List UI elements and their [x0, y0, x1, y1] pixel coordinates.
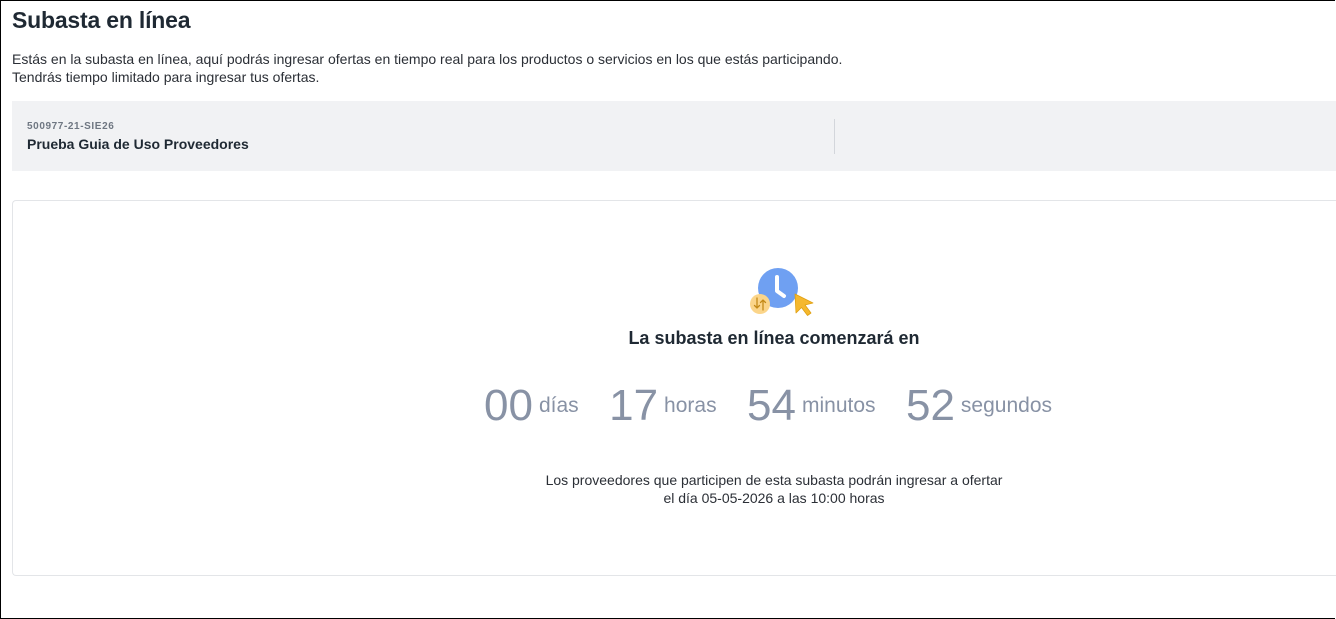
countdown-days-value: 00 — [483, 381, 533, 430]
auction-name: Prueba Guia de Uso Proveedores — [27, 136, 249, 152]
countdown-seconds-value: 52 — [905, 381, 955, 430]
page-frame: Subasta en línea Estás en la subasta en … — [0, 0, 1336, 619]
bid-arrows-icon — [750, 294, 770, 314]
countdown-minutes-label: minutos — [801, 394, 876, 417]
notice-line-2: el día 05-05-2026 a las 10:00 horas — [663, 490, 885, 506]
clock-icon — [750, 268, 814, 316]
countdown-days-label: días — [538, 394, 579, 417]
notice-line-1: Los proveedores que participen de esta s… — [545, 472, 1003, 488]
cursor-icon — [794, 293, 814, 316]
page-description: Estás en la subasta en línea, aquí podrá… — [12, 51, 843, 85]
info-divider — [834, 119, 835, 154]
countdown-headline: La subasta en línea comenzará en — [628, 328, 920, 348]
auction-timer-illustration — [738, 266, 818, 318]
countdown-minutes-value: 54 — [747, 381, 796, 430]
auction-start-notice: Los proveedores que participen de esta s… — [1, 471, 1336, 507]
countdown-hours-label: horas — [664, 394, 717, 417]
countdown-timer: 00 días 17 horas 54 minutos 52 segundos — [1, 381, 1336, 431]
auction-code: 500977-21-SIE26 — [27, 121, 115, 132]
countdown-seconds-label: segundos — [960, 394, 1052, 417]
page-title: Subasta en línea — [12, 7, 191, 33]
auction-info-bar: 500977-21-SIE26 Prueba Guia de Uso Prove… — [12, 101, 1336, 171]
countdown-hours-value: 17 — [609, 381, 659, 430]
